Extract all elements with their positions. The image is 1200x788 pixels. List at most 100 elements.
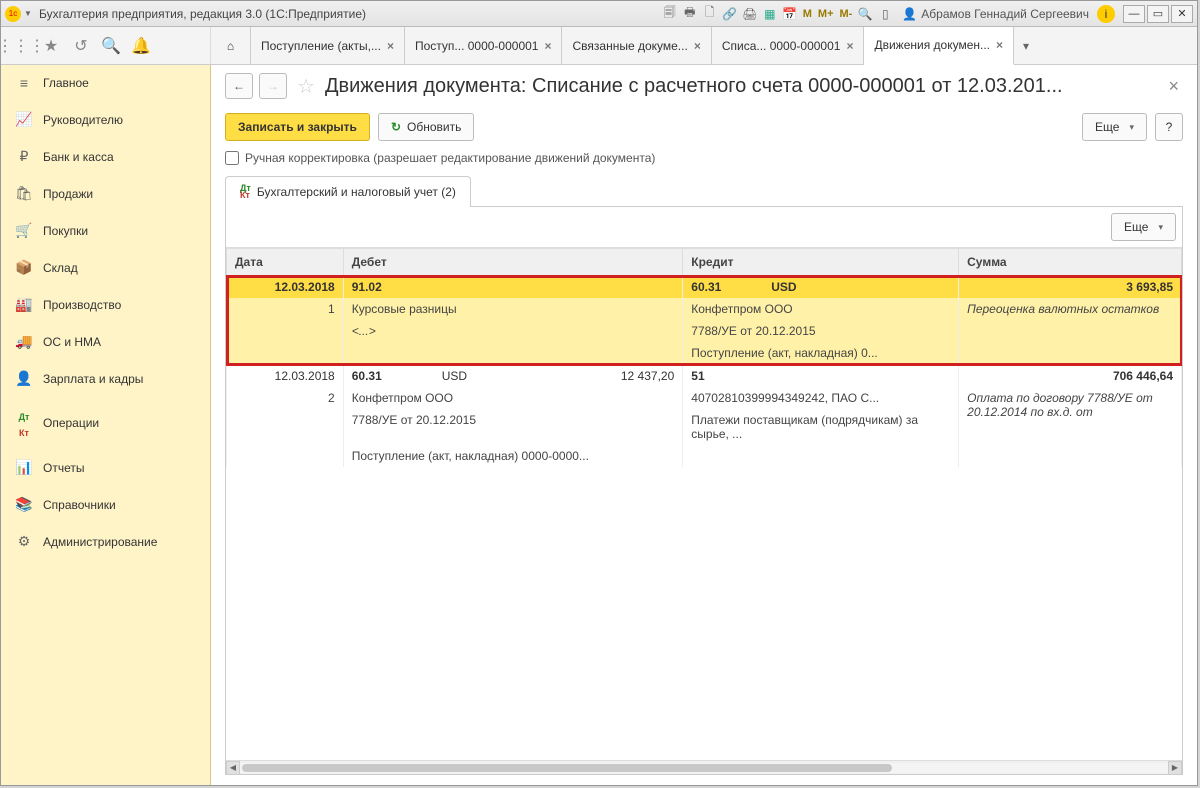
nav-forward-button[interactable]: → bbox=[259, 73, 287, 99]
tab-1[interactable]: Поступ... 0000-000001× bbox=[405, 27, 563, 64]
table-container: Еще Дата Дебет Кредит Сумма bbox=[225, 207, 1183, 775]
close-button[interactable]: ✕ bbox=[1171, 5, 1193, 23]
tool-copy-icon[interactable]: 🗋 bbox=[701, 5, 719, 23]
maximize-button[interactable]: ▭ bbox=[1147, 5, 1169, 23]
col-date[interactable]: Дата bbox=[227, 249, 344, 276]
content-area: ← → ☆ Движения документа: Списание с рас… bbox=[211, 65, 1197, 785]
dtkt-icon: ДтКт bbox=[240, 185, 251, 199]
save-close-button[interactable]: Записать и закрыть bbox=[225, 113, 370, 141]
posting-1-head: 12.03.2018 91.02 60.31USD 3 693,85 bbox=[227, 276, 1182, 299]
scroll-left-icon[interactable]: ◀ bbox=[226, 761, 240, 775]
favorite-icon[interactable]: ★ bbox=[41, 36, 61, 56]
sidebar-item-production[interactable]: 🏭Производство bbox=[1, 286, 210, 323]
bag-icon: 🛍 bbox=[15, 185, 33, 202]
posting-2-group[interactable]: 12.03.2018 60.31USD12 437,20 51 706 446,… bbox=[227, 365, 1182, 468]
menu-icon: ≡ bbox=[15, 75, 33, 91]
refresh-button[interactable]: Обновить bbox=[378, 113, 474, 141]
minimize-button[interactable]: — bbox=[1123, 5, 1145, 23]
manual-edit-label: Ручная корректировка (разрешает редактир… bbox=[245, 151, 655, 165]
sidebar-item-hr[interactable]: 👤Зарплата и кадры bbox=[1, 360, 210, 397]
col-sum[interactable]: Сумма bbox=[959, 249, 1182, 276]
tabs-dropdown[interactable]: ▾ bbox=[1014, 27, 1038, 64]
subtab-accounting[interactable]: ДтКт Бухгалтерский и налоговый учет (2) bbox=[225, 176, 471, 207]
tool-print2-icon[interactable]: 🖶 bbox=[681, 5, 699, 23]
tool-export-icon[interactable]: 🖨 bbox=[741, 5, 759, 23]
tool-m-plus[interactable]: M+ bbox=[816, 5, 836, 23]
sidebar-item-warehouse[interactable]: 📦Склад bbox=[1, 249, 210, 286]
favorite-toggle[interactable]: ☆ bbox=[297, 74, 315, 99]
table-toolbar: Еще bbox=[226, 207, 1182, 247]
bell-icon[interactable]: 🔔 bbox=[131, 36, 151, 56]
body: ≡Главное 📈Руководителю ₽Банк и касса 🛍Пр… bbox=[1, 65, 1197, 785]
tab-close-icon[interactable]: × bbox=[846, 39, 853, 53]
tab-3[interactable]: Списа... 0000-000001× bbox=[712, 27, 865, 64]
tab-strip: ⌂ Поступление (акты,...× Поступ... 0000-… bbox=[211, 27, 1197, 64]
nav-row: ← → ☆ Движения документа: Списание с рас… bbox=[225, 73, 1183, 99]
tab-home[interactable]: ⌂ bbox=[211, 27, 251, 64]
chart-icon: 📈 bbox=[15, 111, 33, 128]
posting-1-group[interactable]: 12.03.2018 91.02 60.31USD 3 693,85 1 Кур… bbox=[227, 276, 1182, 365]
tool-zoom-icon[interactable]: 🔍 bbox=[856, 5, 874, 23]
app-menu-dropdown[interactable]: ▼ bbox=[23, 6, 33, 22]
sidebar-item-assets[interactable]: 🚚ОС и НМА bbox=[1, 323, 210, 360]
posting-2-head: 12.03.2018 60.31USD12 437,20 51 706 446,… bbox=[227, 365, 1182, 388]
history-icon[interactable]: ↺ bbox=[71, 36, 91, 56]
col-credit[interactable]: Кредит bbox=[683, 249, 959, 276]
scroll-thumb[interactable] bbox=[242, 764, 892, 772]
sidebar-item-sales[interactable]: 🛍Продажи bbox=[1, 175, 210, 212]
manual-edit-checkbox[interactable] bbox=[225, 151, 239, 165]
app-window: 1c ▼ Бухгалтерия предприятия, редакция 3… bbox=[0, 0, 1198, 786]
tab-0[interactable]: Поступление (акты,...× bbox=[251, 27, 405, 64]
col-debit[interactable]: Дебет bbox=[343, 249, 683, 276]
tool-m-minus[interactable]: M- bbox=[838, 5, 855, 23]
tab-4[interactable]: Движения докумен...× bbox=[864, 27, 1014, 65]
current-user[interactable]: 👤 Абрамов Геннадий Сергеевич bbox=[896, 7, 1095, 21]
user-name: Абрамов Геннадий Сергеевич bbox=[921, 7, 1089, 21]
refresh-icon bbox=[391, 120, 401, 134]
tab-2[interactable]: Связанные докуме...× bbox=[562, 27, 711, 64]
sidebar-item-reports[interactable]: 📊Отчеты bbox=[1, 449, 210, 486]
tool-date-icon[interactable]: 📅 bbox=[781, 5, 799, 23]
sidebar-item-bank[interactable]: ₽Банк и касса bbox=[1, 138, 210, 175]
scroll-right-icon[interactable]: ▶ bbox=[1168, 761, 1182, 775]
help-button[interactable]: ? bbox=[1155, 113, 1183, 141]
table-header-row: Дата Дебет Кредит Сумма bbox=[227, 249, 1182, 276]
titlebar: 1c ▼ Бухгалтерия предприятия, редакция 3… bbox=[1, 1, 1197, 27]
ruble-icon: ₽ bbox=[15, 148, 33, 165]
factory-icon: 🏭 bbox=[15, 296, 33, 313]
table-more-button[interactable]: Еще bbox=[1111, 213, 1176, 241]
cart-icon: 🛒 bbox=[15, 222, 33, 239]
sidebar-item-admin[interactable]: ⚙Администрирование bbox=[1, 523, 210, 560]
tab-close-icon[interactable]: × bbox=[544, 39, 551, 53]
tool-m[interactable]: M bbox=[801, 5, 814, 23]
sidebar-item-main[interactable]: ≡Главное bbox=[1, 65, 210, 101]
sidebar-item-refs[interactable]: 📚Справочники bbox=[1, 486, 210, 523]
books-icon: 📚 bbox=[15, 496, 33, 513]
tool-panel-icon[interactable]: ▯ bbox=[876, 5, 894, 23]
sidebar-item-purchases[interactable]: 🛒Покупки bbox=[1, 212, 210, 249]
postings-table: Дата Дебет Кредит Сумма 12.03.2018 91.02… bbox=[226, 248, 1182, 467]
tool-info-icon[interactable]: i bbox=[1097, 5, 1115, 23]
scroll-track[interactable] bbox=[240, 763, 1168, 773]
box-icon: 📦 bbox=[15, 259, 33, 276]
sidebar-item-operations[interactable]: ДтКтОперации bbox=[1, 397, 210, 449]
grid[interactable]: Дата Дебет Кредит Сумма 12.03.2018 91.02… bbox=[226, 247, 1182, 760]
search-icon[interactable]: 🔍 bbox=[101, 36, 121, 56]
apps-icon[interactable]: ⋮⋮⋮ bbox=[11, 36, 31, 56]
action-row: Записать и закрыть Обновить Еще ? bbox=[225, 113, 1183, 141]
horizontal-scrollbar[interactable]: ◀ ▶ bbox=[226, 760, 1182, 774]
tab-close-icon[interactable]: × bbox=[387, 39, 394, 53]
app-icon: 1c bbox=[5, 6, 21, 22]
tool-calendar-icon[interactable]: ▦ bbox=[761, 5, 779, 23]
tab-close-icon[interactable]: × bbox=[996, 38, 1003, 52]
more-button[interactable]: Еще bbox=[1082, 113, 1147, 141]
tool-link-icon[interactable]: 🔗 bbox=[721, 5, 739, 23]
nav-back-button[interactable]: ← bbox=[225, 73, 253, 99]
tab-close-icon[interactable]: × bbox=[694, 39, 701, 53]
subtabs: ДтКт Бухгалтерский и налоговый учет (2) bbox=[225, 175, 1183, 207]
page-close-button[interactable]: × bbox=[1164, 76, 1183, 97]
sidebar-item-manager[interactable]: 📈Руководителю bbox=[1, 101, 210, 138]
main-toolbar: ⋮⋮⋮ ★ ↺ 🔍 🔔 ⌂ Поступление (акты,...× Пос… bbox=[1, 27, 1197, 65]
toolbar-left: ⋮⋮⋮ ★ ↺ 🔍 🔔 bbox=[1, 27, 211, 64]
tool-print-icon[interactable]: 🗐 bbox=[661, 5, 679, 23]
